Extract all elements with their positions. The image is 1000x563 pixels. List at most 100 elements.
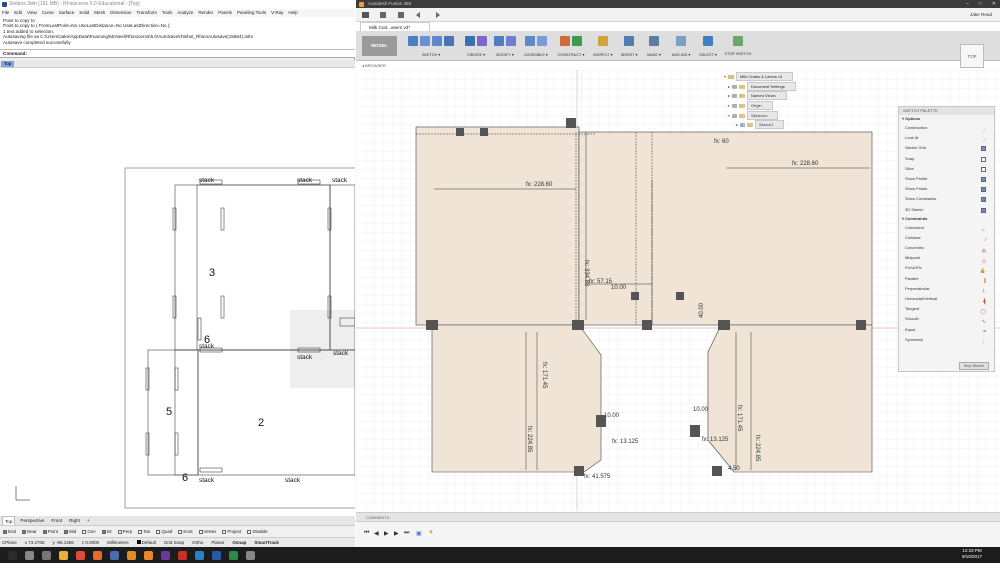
explorer-icon[interactable] [59,550,68,560]
first-icon[interactable]: ⏮ [364,530,369,537]
ribbon-group-create[interactable]: CREATE ▾ [463,33,489,59]
tool-icon[interactable] [598,35,608,46]
viewcube[interactable]: TOP [960,44,984,68]
option-3d-sketch[interactable]: 3D Sketch [899,205,994,215]
osnap-project[interactable]: Project [222,529,241,534]
units-label[interactable]: Millimeters [107,540,129,545]
osnap-perp[interactable]: Perp [117,529,132,534]
tool-icon[interactable] [649,35,659,46]
tab-right[interactable]: Right [67,516,82,525]
dim-label[interactable]: fx: 13.125 [612,439,639,445]
tool-icon[interactable] [506,35,516,46]
ribbon-group-stop-sketch[interactable]: STOP SKETCH [722,33,754,59]
ribbon-group-add-ins[interactable]: ADD-INS ▾ [668,33,694,59]
comments-panel[interactable]: COMMENTS [356,512,1000,521]
photoshop-icon[interactable] [195,550,204,560]
ribbon-group-select[interactable]: SELECT ▾ [697,33,719,59]
osnap-tan[interactable]: Tan [138,529,150,534]
ribbon-group-insert[interactable]: INSERT ▾ [618,33,640,59]
viewport-title-top[interactable]: Top [1,61,15,67]
tool-icon[interactable] [408,35,418,46]
osnap-toggle[interactable]: Osnap [232,540,246,545]
tool-icon[interactable] [624,35,634,46]
rhino-top-viewport[interactable]: stack stack stack stack stack stack stac… [0,68,355,516]
planar-toggle[interactable]: Planar [211,540,224,545]
dim-label[interactable]: fx: 228.60 [792,161,819,167]
tool-icon[interactable] [465,35,475,46]
dim-label[interactable]: fx: 171.45 [541,362,547,389]
search-icon[interactable] [25,550,34,560]
checkbox-icon[interactable] [981,187,986,193]
osnap-cen[interactable]: Cen [82,529,96,534]
osnap-knot[interactable]: Knot [178,529,193,534]
tool-icon[interactable] [572,35,582,46]
save-icon[interactable] [398,12,404,18]
ribbon-group-modify[interactable]: MODIFY ▾ [492,33,518,59]
ribbon-group-inspect[interactable]: INSPECT ▾ [591,33,615,59]
menu-item-render[interactable]: Render [198,9,213,17]
chrome-icon[interactable] [76,550,85,560]
tool-icon[interactable] [560,35,570,46]
constraints-header[interactable]: ▾ Constraints [899,215,994,223]
option-look-at[interactable]: Look At ⟋ [899,133,994,144]
osnap-vertex[interactable]: Vertex [198,529,216,534]
dim-label[interactable]: fx: 228.60 [526,182,553,188]
palette-title[interactable]: SKETCH PALETTE [899,107,994,115]
checkbox-icon[interactable] [981,166,986,172]
acrobat-icon[interactable] [178,550,187,560]
layer-indicator[interactable]: Default [136,540,156,545]
workspace-switcher[interactable]: MODEL [362,36,397,56]
undo-icon[interactable] [416,12,420,18]
tab-front[interactable]: Front [49,516,64,525]
constraint-horizontal-vertical[interactable]: Horizontal/Vertical ╋ [899,294,994,305]
dim-label[interactable]: fx: 41.575 [584,474,611,480]
menu-item-file[interactable]: File [2,9,9,17]
firefox-icon[interactable] [93,550,102,560]
tool-icon[interactable] [525,35,535,46]
menu-item-paneling-tools[interactable]: Paneling Tools [237,9,266,17]
start-icon[interactable] [8,550,17,560]
menu-item-view[interactable]: View [27,9,37,17]
smarttrack-toggle[interactable]: SmartTrack [254,540,279,545]
menu-item-v-ray[interactable]: V-Ray [271,9,283,17]
constraint-coincident[interactable]: Coincident ∟ [899,223,994,234]
menu-item-edit[interactable]: Edit [14,9,22,17]
osnap-point[interactable]: Point [42,529,58,534]
option-show-profile[interactable]: Show Profile [899,174,994,184]
app-icon[interactable] [246,550,255,560]
dim-label[interactable]: fx: 57.15 [589,279,613,285]
tool-icon[interactable] [537,35,547,46]
dim-label[interactable]: fx: 224.85 [526,426,532,453]
premiere-icon[interactable] [161,550,170,560]
play-icon[interactable]: ▶ [384,530,389,537]
menu-item-mesh[interactable]: Mesh [94,9,105,17]
redo-icon[interactable] [436,12,440,18]
constraint-equal[interactable]: Equal = [899,325,994,336]
tool-icon[interactable] [733,35,743,46]
constraint-parallel[interactable]: Parallel ∥ [899,274,994,285]
constraint-collinear[interactable]: Collinear ∕ [899,233,994,244]
minimize-icon[interactable]: – [966,0,969,8]
menu-item-panels[interactable]: Panels [218,9,232,17]
user-menu[interactable]: Jake Read [970,12,992,17]
prev-icon[interactable]: ◀ [374,530,379,537]
checkbox-icon[interactable] [981,176,986,182]
task-view-icon[interactable] [42,550,51,560]
next-icon[interactable]: ▶ [394,530,399,537]
option-sketch-grid[interactable]: Sketch Grid [899,143,994,153]
checkbox-icon[interactable] [981,207,986,213]
tool-icon[interactable] [477,35,487,46]
dim-label[interactable]: fx: 60 [714,139,729,145]
options-header[interactable]: ▾ Options [899,115,994,123]
maximize-icon[interactable]: □ [979,0,982,8]
constraint-tangent[interactable]: Tangent ◯ [899,304,994,315]
dim-label[interactable]: fx: 13.125 [702,437,729,443]
osnap-end[interactable]: End [3,529,16,534]
illustrator-icon[interactable] [144,550,153,560]
file-icon[interactable] [380,12,386,18]
menu-item-analyze[interactable]: Analyze [177,9,193,17]
tool-icon[interactable] [420,35,430,46]
option-slice[interactable]: Slice [899,164,994,174]
tool-icon[interactable] [676,35,686,46]
dim-label[interactable]: 10.00 [604,413,620,419]
